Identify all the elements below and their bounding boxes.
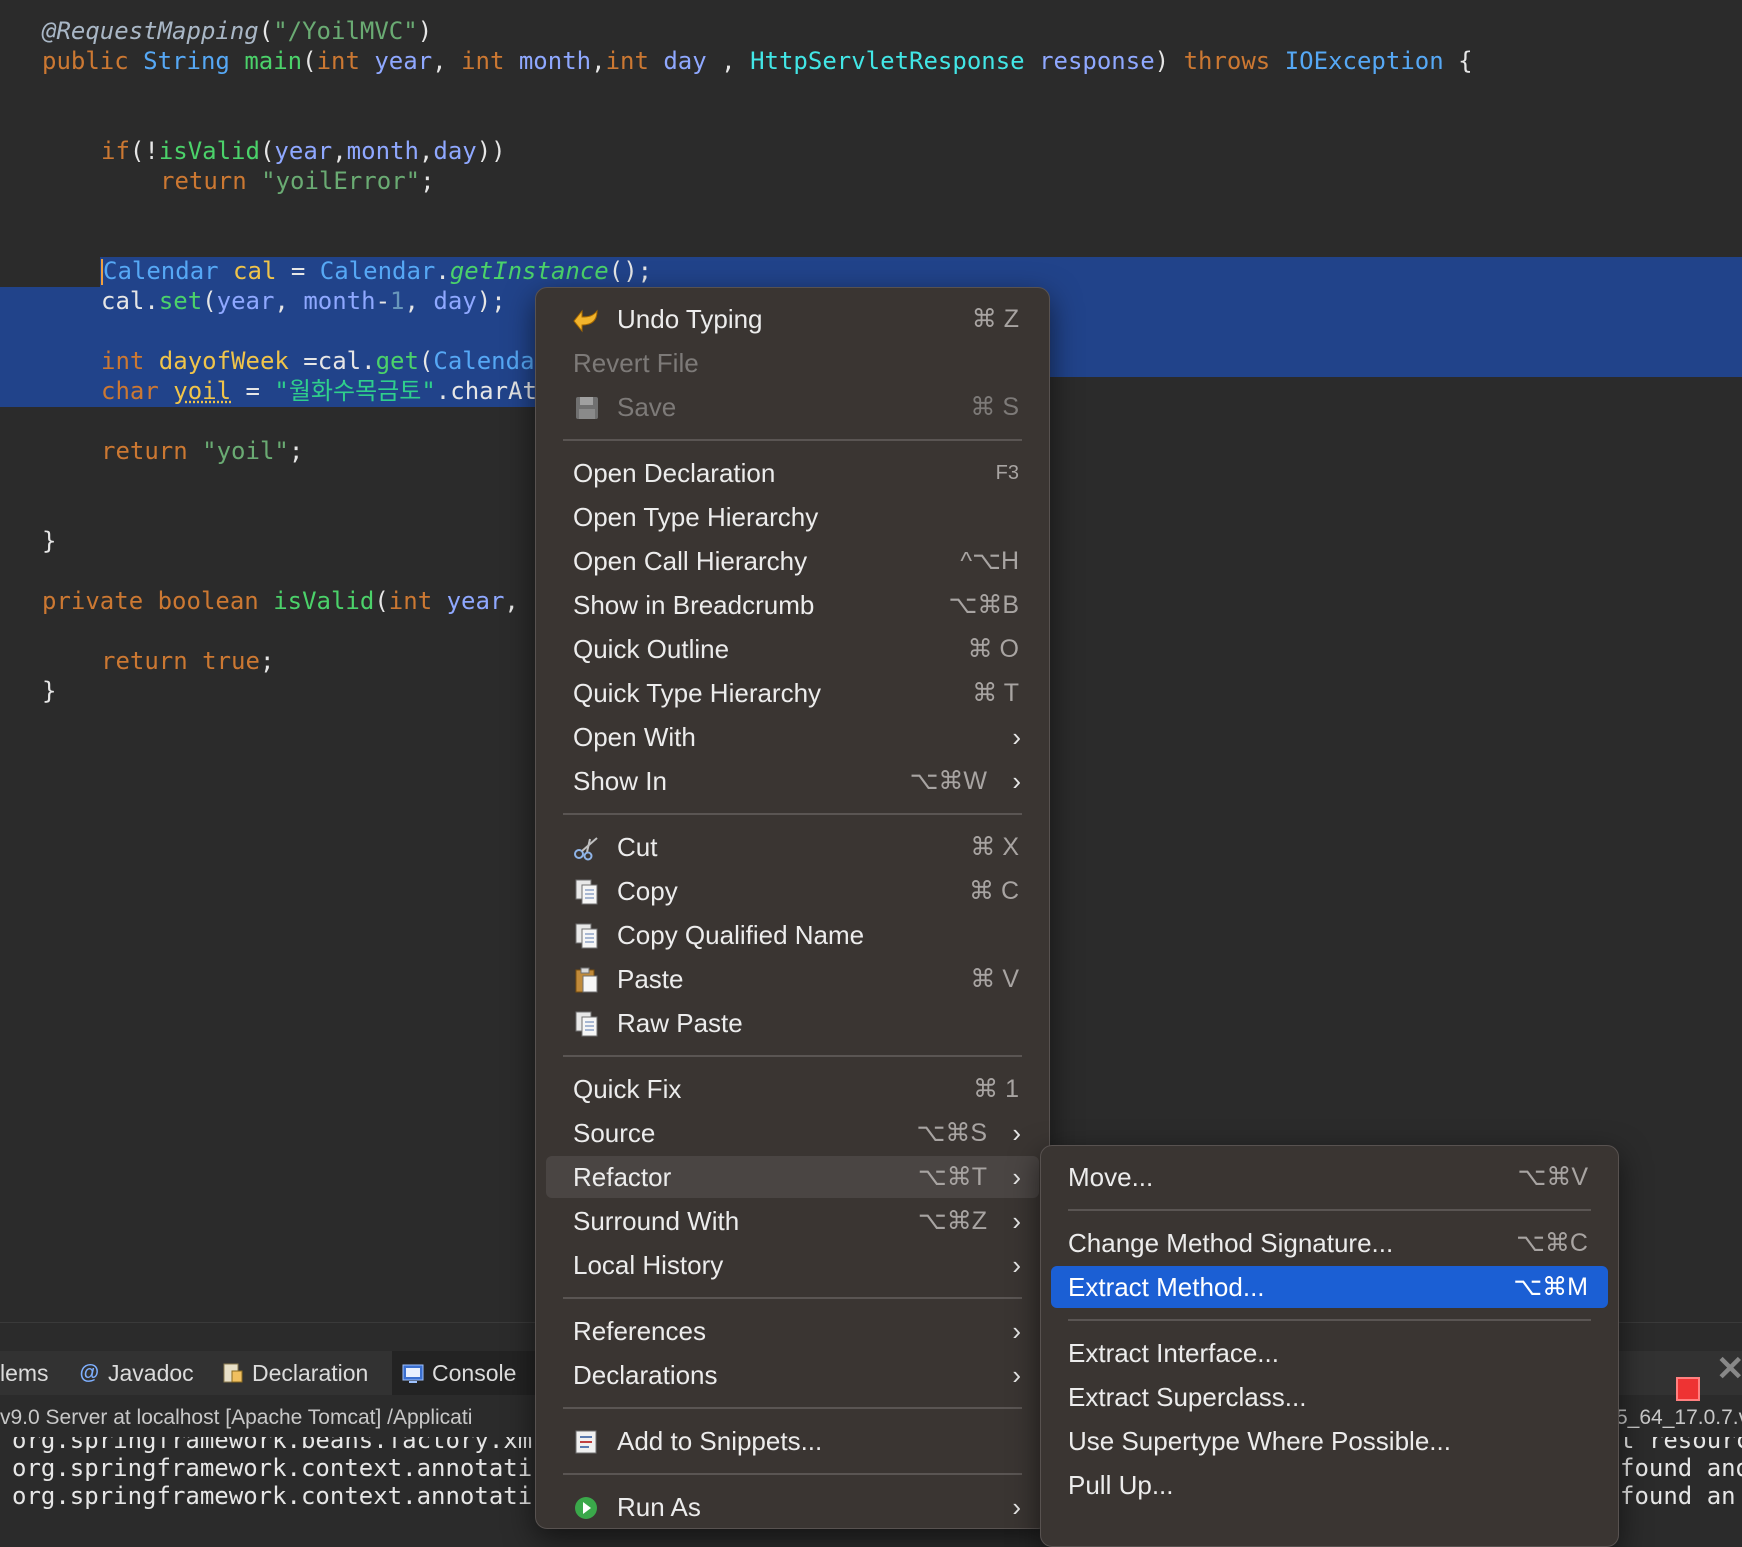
menu-separator xyxy=(1068,1209,1591,1211)
chevron-right-icon: › xyxy=(1012,1316,1021,1346)
menu-item-open-with[interactable]: Open With › xyxy=(546,716,1039,758)
scissors-icon xyxy=(573,835,601,861)
code-line: cal.set(year, month-1, day); xyxy=(101,287,506,315)
code-line: @RequestMapping("/YoilMVC") xyxy=(42,17,433,45)
at-sign-icon: @ xyxy=(79,1361,99,1384)
menu-item-source[interactable]: Source ⌥⌘S › xyxy=(546,1112,1039,1154)
code-line: char yoil = "월화수목금토".charAt xyxy=(101,377,537,405)
code-line: return "yoilError"; xyxy=(160,167,435,195)
tab-declaration[interactable]: Declaration xyxy=(222,1351,382,1395)
string-literal: "/YoilMVC" xyxy=(273,17,418,45)
console-line: org.springframework.context.annotati xyxy=(12,1454,533,1482)
refactor-submenu: Move... ⌥⌘V Change Method Signature... ⌥… xyxy=(1040,1145,1619,1547)
menu-separator xyxy=(563,439,1022,441)
tab-problems[interactable]: lems xyxy=(0,1351,60,1395)
menu-separator xyxy=(563,1055,1022,1057)
menu-separator xyxy=(563,813,1022,815)
chevron-right-icon: › xyxy=(1012,1118,1021,1148)
menu-item-declarations[interactable]: Declarations › xyxy=(546,1354,1039,1396)
menu-item-show-in[interactable]: Show In ⌥⌘W › xyxy=(546,760,1039,802)
menu-item-references[interactable]: References › xyxy=(546,1310,1039,1352)
menu-item-copy-qualified-name[interactable]: Copy Qualified Name xyxy=(546,914,1039,956)
code-line: public String main(int year, int month,i… xyxy=(42,47,1473,75)
code-line: Calendar cal = Calendar.getInstance(); xyxy=(101,257,653,285)
menu-item-raw-paste[interactable]: Raw Paste xyxy=(546,1002,1039,1044)
chevron-right-icon: › xyxy=(1012,1492,1021,1522)
menu-item-pull-up[interactable]: Pull Up... xyxy=(1051,1464,1608,1506)
clipboard-icon xyxy=(573,967,601,993)
raw-paste-icon xyxy=(573,1011,601,1037)
code-line: private boolean isValid(int year, xyxy=(42,587,519,615)
menu-item-cut[interactable]: Cut ⌘ X xyxy=(546,826,1039,868)
code-line: } xyxy=(42,677,57,705)
chevron-right-icon: › xyxy=(1012,722,1021,752)
menu-item-extract-interface[interactable]: Extract Interface... xyxy=(1051,1332,1608,1374)
tab-javadoc[interactable]: @ Javadoc xyxy=(78,1351,208,1395)
chevron-right-icon: › xyxy=(1012,1360,1021,1390)
menu-separator xyxy=(1068,1319,1591,1321)
menu-item-quick-type-hierarchy[interactable]: Quick Type Hierarchy ⌘ T xyxy=(546,672,1039,714)
console-line: found an xyxy=(1620,1482,1736,1510)
menu-item-quick-fix[interactable]: Quick Fix ⌘ 1 xyxy=(546,1068,1039,1110)
menu-item-use-supertype[interactable]: Use Supertype Where Possible... xyxy=(1051,1420,1608,1462)
menu-item-change-method-signature[interactable]: Change Method Signature... ⌥⌘C xyxy=(1051,1222,1608,1264)
chevron-right-icon: › xyxy=(1012,1250,1021,1280)
code-line: return true; xyxy=(101,647,275,675)
floppy-disk-icon xyxy=(573,395,601,421)
run-icon xyxy=(573,1495,601,1521)
menu-item-quick-outline[interactable]: Quick Outline ⌘ O xyxy=(546,628,1039,670)
annotation: @RequestMapping xyxy=(42,17,259,45)
console-icon xyxy=(402,1362,424,1384)
menu-item-extract-method[interactable]: Extract Method... ⌥⌘M xyxy=(1051,1266,1608,1308)
context-menu: Undo Typing ⌘ Z Revert File Save ⌘ S Ope… xyxy=(535,287,1050,1529)
menu-item-local-history[interactable]: Local History › xyxy=(546,1244,1039,1286)
chevron-right-icon: › xyxy=(1012,1162,1021,1192)
code-line: return "yoil"; xyxy=(101,437,304,465)
menu-item-save[interactable]: Save ⌘ S xyxy=(546,386,1039,428)
snippets-icon xyxy=(573,1429,601,1455)
menu-item-open-call-hierarchy[interactable]: Open Call Hierarchy ^⌥H xyxy=(546,540,1039,582)
terminate-button[interactable] xyxy=(1676,1377,1700,1401)
chevron-right-icon: › xyxy=(1012,766,1021,796)
code-line: int dayofWeek =cal.get(Calenda xyxy=(101,347,535,375)
console-line: found and xyxy=(1620,1454,1742,1482)
declaration-icon xyxy=(222,1362,244,1384)
menu-item-add-to-snippets[interactable]: Add to Snippets... xyxy=(546,1420,1039,1462)
console-line: org.springframework.context.annotati xyxy=(12,1482,533,1510)
menu-item-revert-file[interactable]: Revert File xyxy=(546,342,1039,384)
chevron-right-icon: › xyxy=(1012,1206,1021,1236)
copy-icon xyxy=(573,879,601,905)
menu-item-paste[interactable]: Paste ⌘ V xyxy=(546,958,1039,1000)
menu-separator xyxy=(563,1407,1022,1409)
menu-item-open-declaration[interactable]: Open Declaration F3 xyxy=(546,452,1039,494)
menu-separator xyxy=(563,1297,1022,1299)
menu-separator xyxy=(563,1473,1022,1475)
menu-item-move[interactable]: Move... ⌥⌘V xyxy=(1051,1156,1608,1198)
copy-qualified-name-icon xyxy=(573,923,601,949)
code-line: if(!isValid(year,month,day)) xyxy=(101,137,506,165)
menu-item-surround-with[interactable]: Surround With ⌥⌘Z › xyxy=(546,1200,1039,1242)
menu-item-run-as[interactable]: Run As › xyxy=(546,1486,1039,1528)
menu-item-undo-typing[interactable]: Undo Typing ⌘ Z xyxy=(546,298,1039,340)
menu-item-open-type-hierarchy[interactable]: Open Type Hierarchy xyxy=(546,496,1039,538)
tab-console[interactable]: Console xyxy=(392,1351,544,1395)
menu-item-copy[interactable]: Copy ⌘ C xyxy=(546,870,1039,912)
undo-arrow-icon xyxy=(573,307,601,333)
menu-item-show-in-breadcrumb[interactable]: Show in Breadcrumb ⌥⌘B xyxy=(546,584,1039,626)
menu-item-refactor[interactable]: Refactor ⌥⌘T › xyxy=(546,1156,1039,1198)
remove-launch-icon[interactable]: ✕ xyxy=(1716,1349,1742,1389)
menu-item-extract-superclass[interactable]: Extract Superclass... xyxy=(1051,1376,1608,1418)
code-line: } xyxy=(42,527,57,555)
